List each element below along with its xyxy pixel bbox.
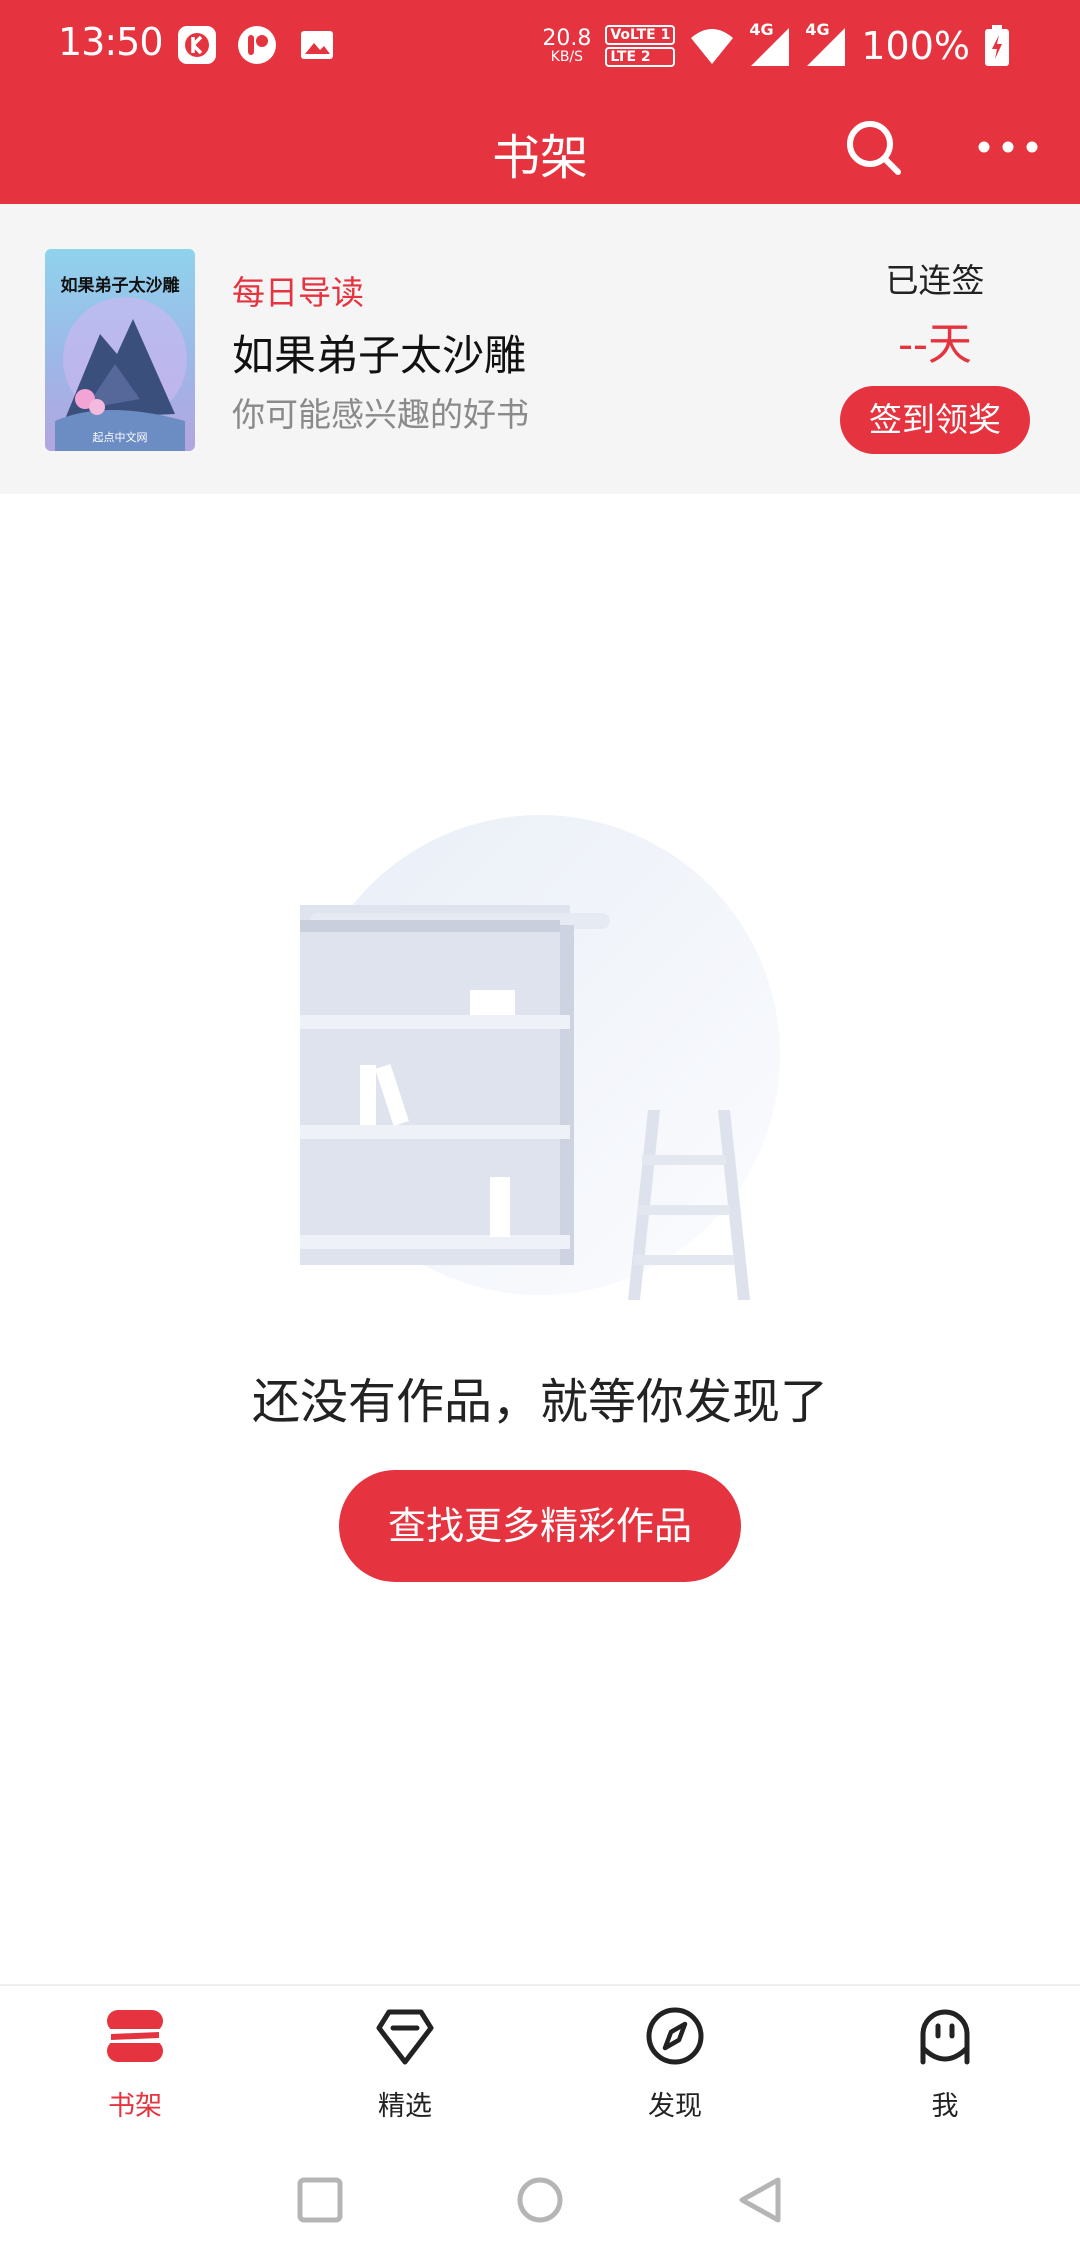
recent-apps-icon[interactable] (290, 2170, 350, 2230)
signal-1-label: 4G (749, 20, 774, 39)
daily-tag: 每日导读 (232, 273, 364, 312)
app-header: 13:50 20.8 KB/S VoLTE 1 LTE 2 4G 4G 100%… (0, 0, 1080, 204)
empty-state-message: 还没有作品，就等你发现了 (251, 1374, 828, 1430)
signal-2-label: 4G (805, 20, 830, 39)
checkin-streak-label: 已连签 (885, 261, 985, 300)
book-cover-title: 如果弟子太沙雕 (60, 276, 180, 296)
wifi-icon (691, 29, 734, 64)
search-icon (847, 121, 901, 175)
tab-discover[interactable]: 发现 (540, 1986, 810, 2132)
book-cover[interactable]: 如果弟子太沙雕 起点中文网 (45, 249, 195, 451)
more-options-button[interactable] (972, 112, 1044, 182)
net-speed-value: 20.8 (542, 26, 592, 51)
app-p-notification-icon (238, 26, 276, 64)
status-bar: 13:50 20.8 KB/S VoLTE 1 LTE 2 4G 4G 100% (0, 0, 1080, 92)
status-right-group: 20.8 KB/S VoLTE 1 LTE 2 4G 4G 100% (542, 20, 1010, 70)
net-speed-unit: KB/S (550, 49, 584, 65)
recommended-book-subtitle: 你可能感兴趣的好书 (232, 395, 529, 434)
checkin-reward-button[interactable]: 签到领奖 (840, 386, 1030, 454)
tab-featured[interactable]: 精选 (270, 1986, 540, 2132)
bottom-tab-bar: 书架 精选 发现 我 (0, 1984, 1080, 2132)
battery-charging-icon (985, 25, 1009, 66)
volte-label-1: VoLTE 1 (605, 25, 676, 45)
daily-recommend-banner[interactable]: 如果弟子太沙雕 起点中文网 每日导读 如果弟子太沙雕 你可能感兴趣的好书 已连签… (0, 204, 1080, 494)
signal-2: 4G (805, 20, 847, 68)
home-icon[interactable] (510, 2170, 570, 2230)
status-time: 13:50 (58, 20, 164, 64)
compass-icon (646, 2007, 704, 2065)
search-button[interactable] (838, 112, 908, 182)
tab-discover-label: 发现 (648, 2091, 702, 2122)
recommended-book-title[interactable]: 如果弟子太沙雕 (232, 322, 526, 383)
more-dots-icon (978, 141, 1038, 153)
image-notification-icon (301, 31, 333, 59)
title-bar: 书架 (0, 92, 1080, 204)
tab-featured-label: 精选 (378, 2091, 432, 2122)
volte-indicator: VoLTE 1 LTE 2 (605, 25, 676, 67)
net-speed: 20.8 KB/S (542, 26, 592, 65)
checkin-streak-days: --天 (898, 319, 972, 370)
book-cover-footer: 起点中文网 (92, 431, 148, 444)
system-navigation-bar (0, 2130, 1080, 2260)
tab-me[interactable]: 我 (810, 1986, 1080, 2132)
empty-bookshelf-illustration (300, 815, 780, 1300)
find-more-works-button[interactable]: 查找更多精彩作品 (339, 1470, 741, 1582)
battery-percent: 100% (861, 24, 970, 68)
profile-face-icon (920, 2009, 970, 2065)
tab-me-label: 我 (931, 2091, 959, 2122)
volte-label-2: LTE 2 (605, 47, 676, 67)
back-icon[interactable] (730, 2170, 790, 2230)
page-title: 书架 (491, 130, 588, 186)
tab-bookshelf[interactable]: 书架 (0, 1986, 270, 2132)
app-k-notification-icon (178, 26, 216, 64)
signal-1: 4G (749, 20, 791, 68)
bookshelf-icon (107, 2010, 163, 2062)
diamond-icon (376, 2009, 434, 2065)
tab-bookshelf-label: 书架 (108, 2091, 162, 2122)
